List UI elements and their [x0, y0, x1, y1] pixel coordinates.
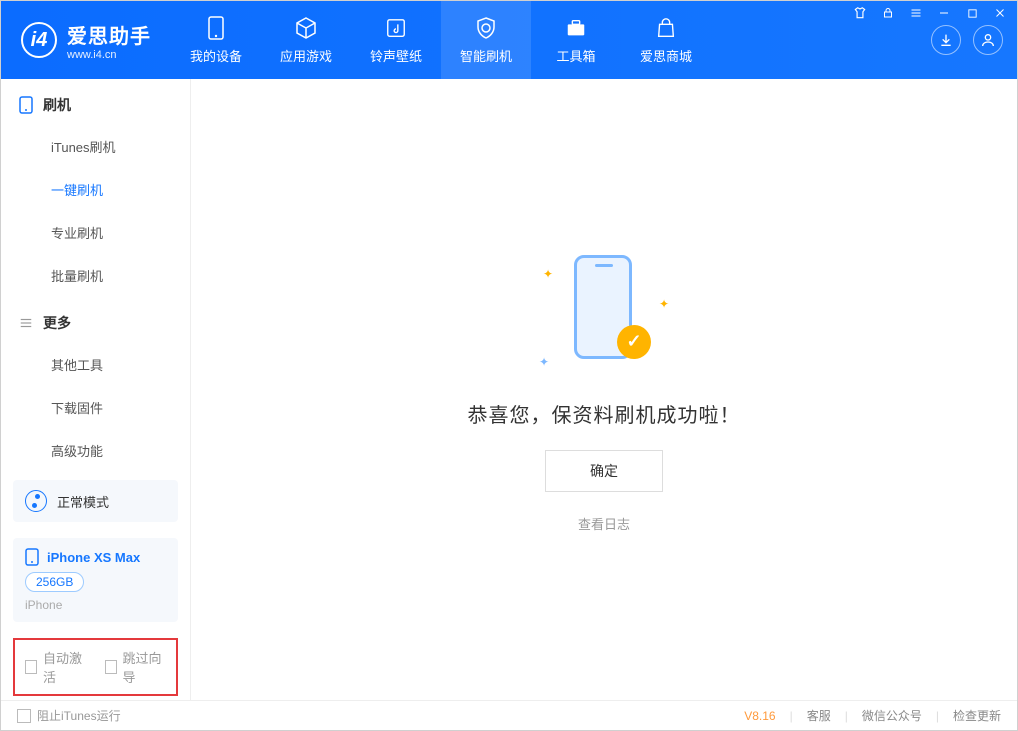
- cube-icon: [294, 16, 318, 40]
- mode-box[interactable]: 正常模式: [13, 480, 178, 522]
- sidebar-item-pro-flash[interactable]: 专业刷机: [1, 211, 190, 254]
- minimize-button[interactable]: [934, 4, 954, 22]
- tab-label: 智能刷机: [460, 46, 512, 65]
- sidebar-item-itunes-flash[interactable]: iTunes刷机: [1, 125, 190, 168]
- music-icon: [384, 16, 408, 40]
- tab-label: 爱思商城: [640, 46, 692, 65]
- sidebar-item-download-firmware[interactable]: 下载固件: [1, 386, 190, 429]
- tab-my-device[interactable]: 我的设备: [171, 1, 261, 79]
- tab-label: 我的设备: [190, 46, 242, 65]
- tab-toolbox[interactable]: 工具箱: [531, 1, 621, 79]
- brand-logo-icon: i4: [21, 22, 57, 58]
- shield-sync-icon: [474, 16, 498, 40]
- tab-label: 应用游戏: [280, 46, 332, 65]
- footer: 阻止iTunes运行 V8.16 | 客服 | 微信公众号 | 检查更新: [1, 700, 1017, 730]
- footer-link-update[interactable]: 检查更新: [953, 707, 1001, 724]
- footer-link-wechat[interactable]: 微信公众号: [862, 707, 922, 724]
- device-type: iPhone: [25, 598, 166, 612]
- mode-label: 正常模式: [57, 492, 109, 511]
- tab-label: 铃声壁纸: [370, 46, 422, 65]
- brand-subtitle: www.i4.cn: [67, 49, 151, 61]
- options-highlight-box: 自动激活 跳过向导: [13, 638, 178, 696]
- phone-icon: [204, 16, 228, 40]
- tab-flash[interactable]: 智能刷机: [441, 1, 531, 79]
- sidebar-group-more: 更多: [1, 297, 190, 343]
- success-message: 恭喜您，保资料刷机成功啦！: [468, 399, 741, 428]
- close-button[interactable]: [990, 4, 1010, 22]
- brand-title: 爱思助手: [67, 20, 151, 49]
- tab-apps[interactable]: 应用游戏: [261, 1, 351, 79]
- tshirt-icon[interactable]: [850, 4, 870, 22]
- footer-link-support[interactable]: 客服: [807, 707, 831, 724]
- tab-store[interactable]: 爱思商城: [621, 1, 711, 79]
- sidebar-item-oneclick-flash[interactable]: 一键刷机: [1, 168, 190, 211]
- sparkle-icon: ✦: [543, 267, 553, 281]
- check-badge-icon: ✓: [617, 325, 651, 359]
- device-name: iPhone XS Max: [47, 550, 140, 565]
- menu-icon[interactable]: [906, 4, 926, 22]
- sparkle-icon: ✦: [539, 355, 549, 369]
- tab-ringtones[interactable]: 铃声壁纸: [351, 1, 441, 79]
- brand: i4 爱思助手 www.i4.cn: [1, 1, 171, 79]
- device-storage: 256GB: [25, 572, 84, 592]
- titlebar-controls: [850, 4, 1010, 22]
- maximize-button[interactable]: [962, 4, 982, 22]
- device-icon: [19, 96, 33, 114]
- group-title: 刷机: [43, 95, 71, 115]
- download-button[interactable]: [931, 25, 961, 55]
- checkbox-block-itunes[interactable]: 阻止iTunes运行: [17, 707, 121, 724]
- version-label: V8.16: [744, 709, 775, 723]
- device-box[interactable]: iPhone XS Max 256GB iPhone: [13, 538, 178, 622]
- main-tabs: 我的设备 应用游戏 铃声壁纸 智能刷机 工具箱 爱思商城: [171, 1, 711, 79]
- view-log-link[interactable]: 查看日志: [578, 514, 630, 533]
- confirm-button[interactable]: 确定: [545, 450, 663, 492]
- lock-icon[interactable]: [878, 4, 898, 22]
- sidebar-item-other-tools[interactable]: 其他工具: [1, 343, 190, 386]
- user-button[interactable]: [973, 25, 1003, 55]
- sidebar-item-advanced[interactable]: 高级功能: [1, 429, 190, 472]
- checkbox-skip-guide[interactable]: 跳过向导: [105, 648, 167, 686]
- sidebar-item-batch-flash[interactable]: 批量刷机: [1, 254, 190, 297]
- mode-icon: [25, 490, 47, 512]
- main-content: ✦ ✦ ✦ ✓ 恭喜您，保资料刷机成功啦！ 确定 查看日志: [191, 79, 1017, 700]
- checkbox-auto-activate[interactable]: 自动激活: [25, 648, 87, 686]
- group-title: 更多: [43, 313, 71, 333]
- sidebar-group-flash: 刷机: [1, 79, 190, 125]
- toolbox-icon: [564, 16, 588, 40]
- bag-icon: [654, 16, 678, 40]
- tab-label: 工具箱: [556, 46, 595, 65]
- sidebar: 刷机 iTunes刷机 一键刷机 专业刷机 批量刷机 更多 其他工具 下载固件 …: [1, 79, 191, 700]
- list-icon: [19, 316, 33, 330]
- sparkle-icon: ✦: [659, 297, 669, 311]
- success-illustration: ✦ ✦ ✦ ✓: [539, 247, 669, 377]
- device-phone-icon: [25, 548, 39, 566]
